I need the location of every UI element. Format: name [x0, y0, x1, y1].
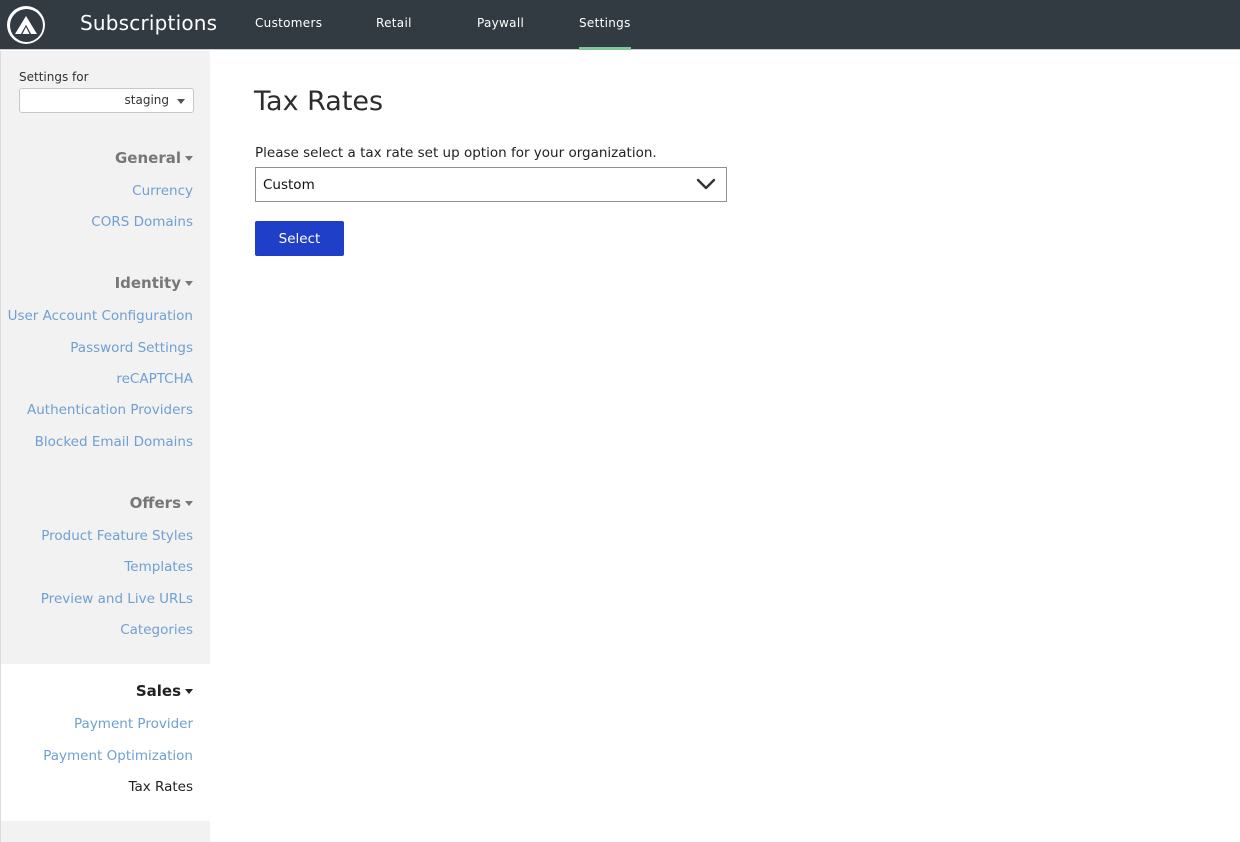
select-button[interactable]: Select: [255, 221, 344, 256]
nav-customers[interactable]: Customers: [255, 16, 322, 50]
environment-value: staging: [124, 93, 169, 107]
caret-down-icon: [185, 500, 193, 506]
caret-down-icon: [185, 155, 193, 161]
sidebar-item-authentication-providers[interactable]: Authentication Providers: [27, 402, 193, 418]
chevron-down-icon: [696, 178, 716, 190]
section-offers-header[interactable]: Offers: [130, 494, 193, 512]
sidebar-item-currency[interactable]: Currency: [132, 183, 193, 199]
section-general-header[interactable]: General: [115, 149, 193, 167]
nav-settings[interactable]: Settings: [579, 16, 631, 50]
sidebar-item-payment-optimization[interactable]: Payment Optimization: [43, 748, 193, 764]
sidebar-item-user-account-configuration[interactable]: User Account Configuration: [8, 308, 193, 324]
section-title: Offers: [129, 494, 181, 512]
page-title: Tax Rates: [254, 86, 384, 117]
caret-down-icon: [185, 688, 193, 694]
sidebar-item-password-settings[interactable]: Password Settings: [70, 340, 193, 356]
tax-rate-option-select[interactable]: Custom: [255, 167, 727, 202]
section-sales-header[interactable]: Sales: [136, 682, 193, 700]
section-identity-header[interactable]: Identity: [115, 274, 193, 292]
logo-mark: [9, 8, 43, 42]
sidebar-item-payment-provider[interactable]: Payment Provider: [74, 716, 193, 732]
tax-rate-option-value: Custom: [263, 177, 315, 193]
sidebar-item-templates[interactable]: Templates: [124, 559, 193, 575]
nav-retail[interactable]: Retail: [376, 16, 412, 50]
sidebar-item-preview-and-live-urls[interactable]: Preview and Live URLs: [41, 591, 193, 607]
sidebar-item-product-feature-styles[interactable]: Product Feature Styles: [41, 528, 193, 544]
logo-a-glyph: [15, 16, 37, 34]
settings-sidebar: Settings for staging General Currency CO…: [0, 51, 211, 842]
sidebar-item-blocked-email-domains[interactable]: Blocked Email Domains: [35, 434, 193, 450]
section-title: General: [115, 149, 181, 167]
top-navigation-bar: Subscriptions Customers Retail Paywall S…: [0, 0, 1240, 50]
tax-rate-prompt: Please select a tax rate set up option f…: [255, 145, 657, 161]
sidebar-item-recaptcha[interactable]: reCAPTCHA: [116, 371, 193, 387]
sidebar-item-tax-rates[interactable]: Tax Rates: [128, 779, 193, 795]
sidebar-item-cors-domains[interactable]: CORS Domains: [91, 214, 193, 230]
nav-paywall[interactable]: Paywall: [477, 16, 524, 50]
app-title: Subscriptions: [80, 11, 218, 35]
caret-down-icon: [177, 99, 185, 104]
sidebar-item-categories[interactable]: Categories: [120, 622, 193, 638]
arc-logo-icon[interactable]: [7, 6, 45, 44]
environment-select[interactable]: staging: [19, 88, 194, 113]
caret-down-icon: [185, 280, 193, 286]
settings-for-label: Settings for: [19, 70, 89, 84]
section-title: Identity: [114, 274, 181, 292]
section-title: Sales: [135, 682, 181, 700]
